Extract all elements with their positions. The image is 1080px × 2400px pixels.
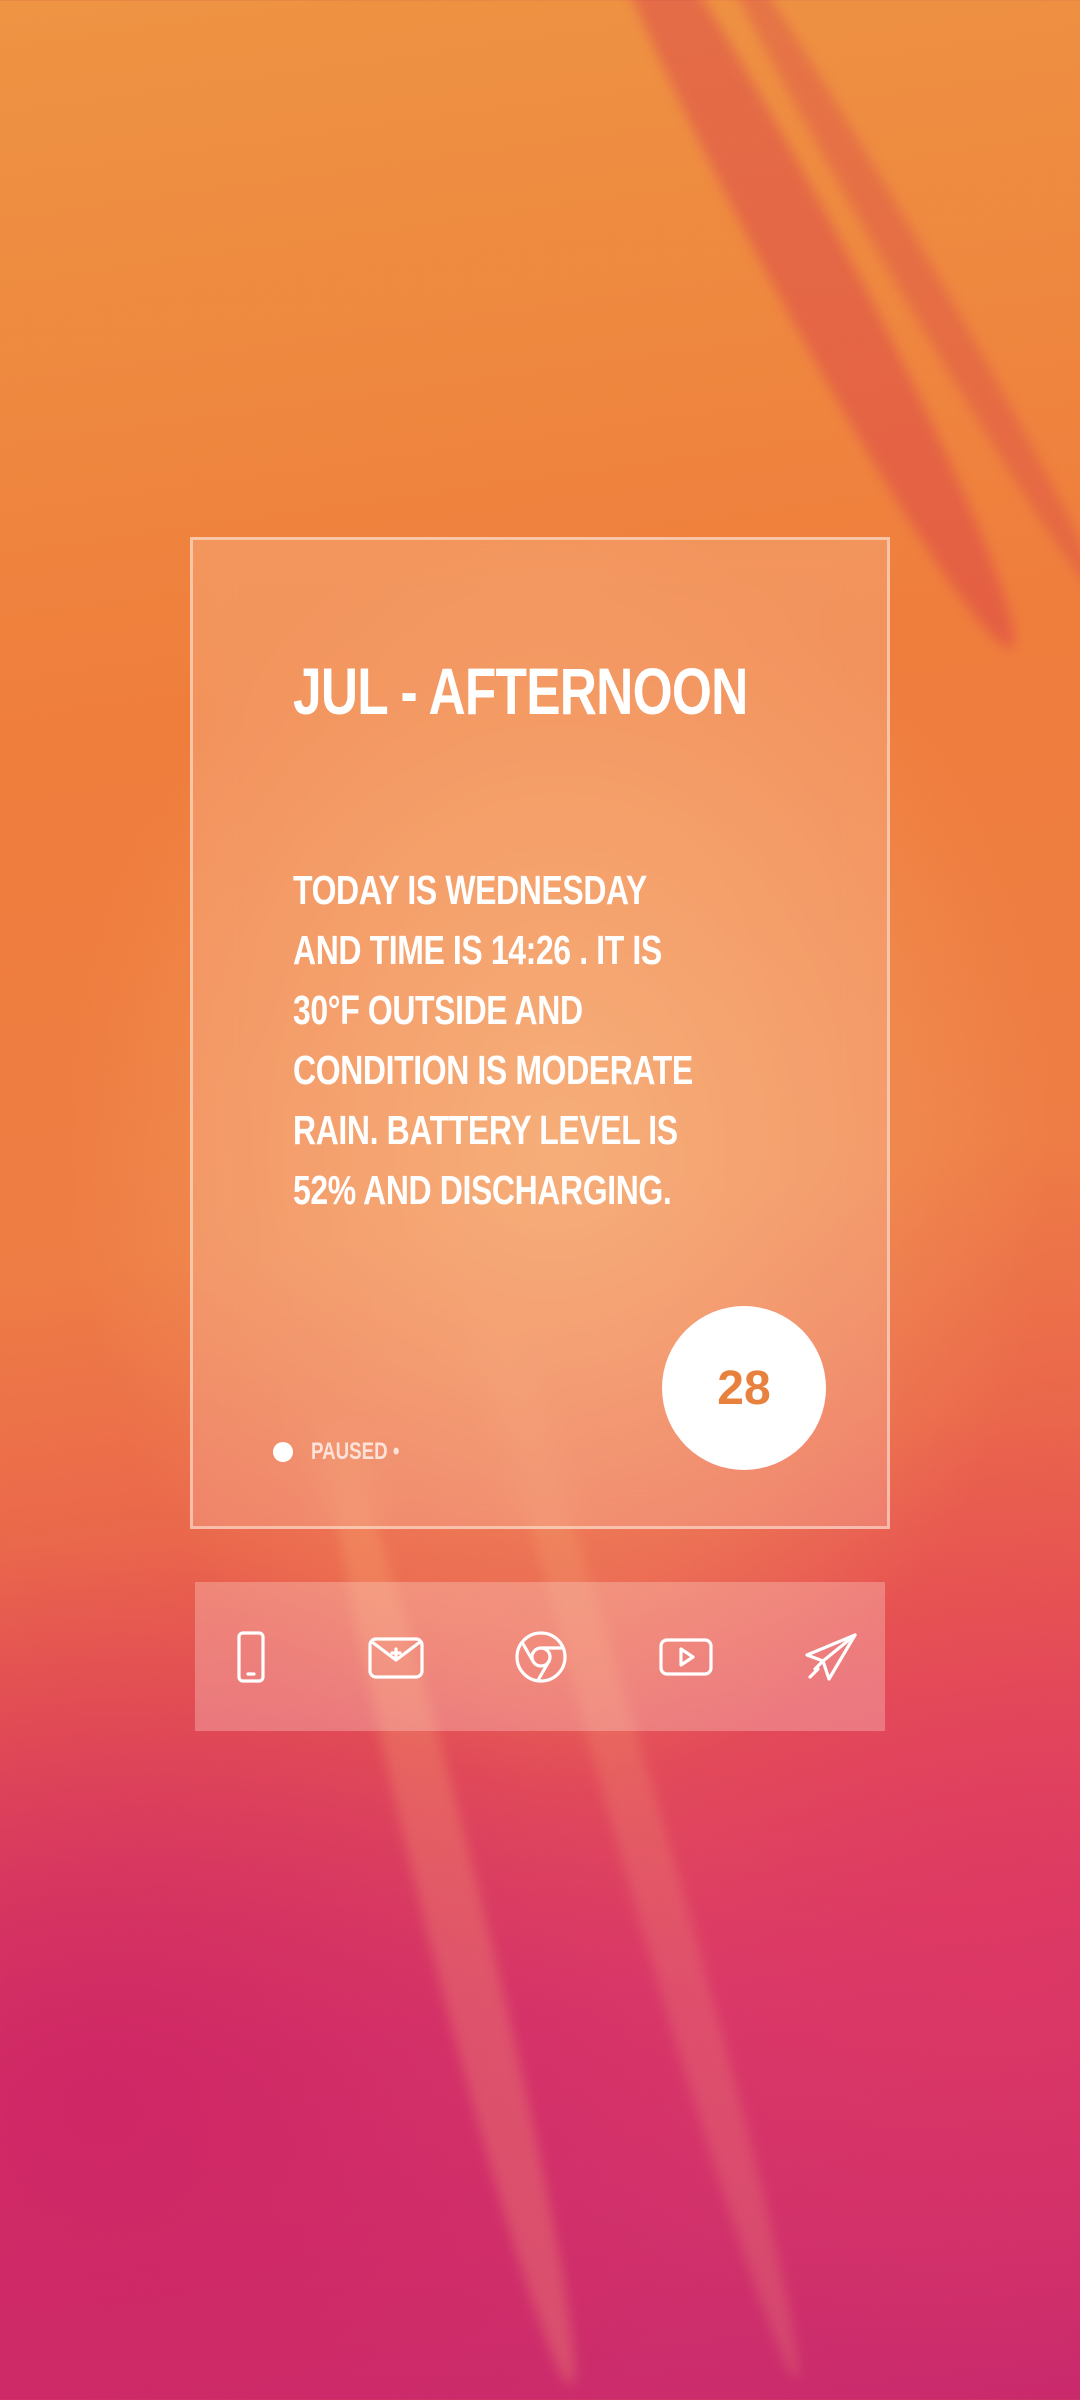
- date-number: 28: [717, 1361, 771, 1415]
- telegram-icon: [805, 1632, 857, 1681]
- chrome-icon: [515, 1630, 567, 1683]
- wallpaper-streak: [682, 0, 1080, 607]
- wallpaper-streak: [299, 1407, 601, 2393]
- media-status[interactable]: PAUSED •: [273, 1438, 424, 1466]
- email-icon: [368, 1636, 424, 1679]
- youtube-app-button[interactable]: [654, 1625, 718, 1689]
- phone-icon: [237, 1630, 265, 1683]
- date-badge[interactable]: 28: [662, 1306, 826, 1470]
- widget-title: JUL - AFTERNOON: [293, 654, 748, 728]
- media-status-label: PAUSED •: [311, 1438, 400, 1465]
- app-dock: [195, 1582, 885, 1731]
- media-status-dot: [273, 1442, 293, 1462]
- browser-app-button[interactable]: [509, 1625, 573, 1689]
- email-app-button[interactable]: [364, 1625, 428, 1689]
- telegram-app-button[interactable]: [799, 1625, 863, 1689]
- youtube-icon: [659, 1637, 713, 1676]
- widget-description: TODAY IS WEDNESDAY AND TIME IS 14:26 . I…: [293, 867, 693, 1213]
- info-widget-card[interactable]: JUL - AFTERNOON TODAY IS WEDNESDAY AND T…: [190, 537, 890, 1529]
- phone-app-button[interactable]: [219, 1625, 283, 1689]
